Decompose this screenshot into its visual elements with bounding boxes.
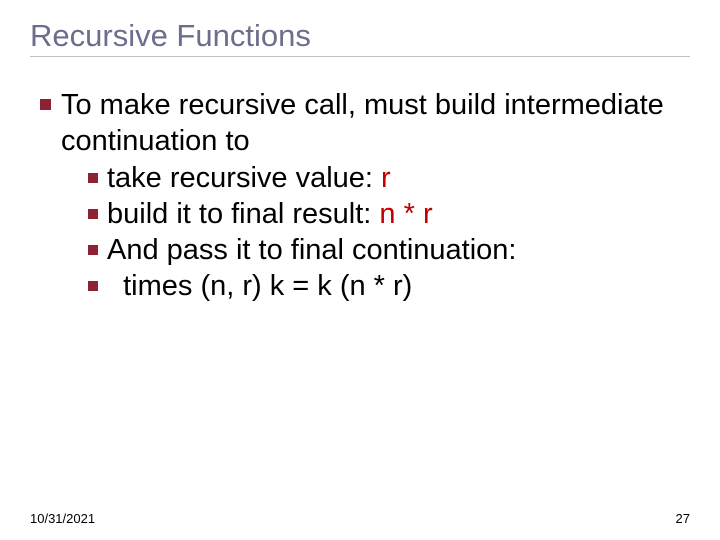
bullet-icon (88, 173, 98, 183)
inner-text-3: And pass it to final continuation: (107, 232, 516, 268)
list-item: take recursive value: r (88, 160, 690, 196)
text-part: build it to final result: (107, 198, 379, 230)
list-item: And pass it to final continuation: (88, 232, 690, 268)
inner-list: take recursive value: r build it to fina… (88, 160, 690, 305)
text-red: n * r (379, 198, 432, 230)
list-item: times (n, r) k = k (n * r) (88, 268, 690, 304)
bullet-icon (88, 245, 98, 255)
slide: Recursive Functions To make recursive ca… (0, 0, 720, 540)
bullet-icon (88, 281, 98, 291)
bullet-icon (88, 209, 98, 219)
list-item: build it to final result: n * r (88, 196, 690, 232)
outer-text: To make recursive call, must build inter… (61, 87, 690, 160)
slide-content: To make recursive call, must build inter… (30, 85, 690, 305)
list-item: To make recursive call, must build inter… (40, 87, 690, 160)
footer-page: 27 (676, 511, 690, 526)
inner-text-1: take recursive value: r (107, 160, 391, 196)
slide-title: Recursive Functions (30, 18, 690, 57)
footer-date: 10/31/2021 (30, 511, 95, 526)
bullet-icon (40, 99, 51, 110)
text-red: r (381, 162, 391, 194)
text-part: take recursive value: (107, 162, 381, 194)
inner-text-2: build it to final result: n * r (107, 196, 433, 232)
inner-text-4: times (n, r) k = k (n * r) (107, 268, 412, 304)
